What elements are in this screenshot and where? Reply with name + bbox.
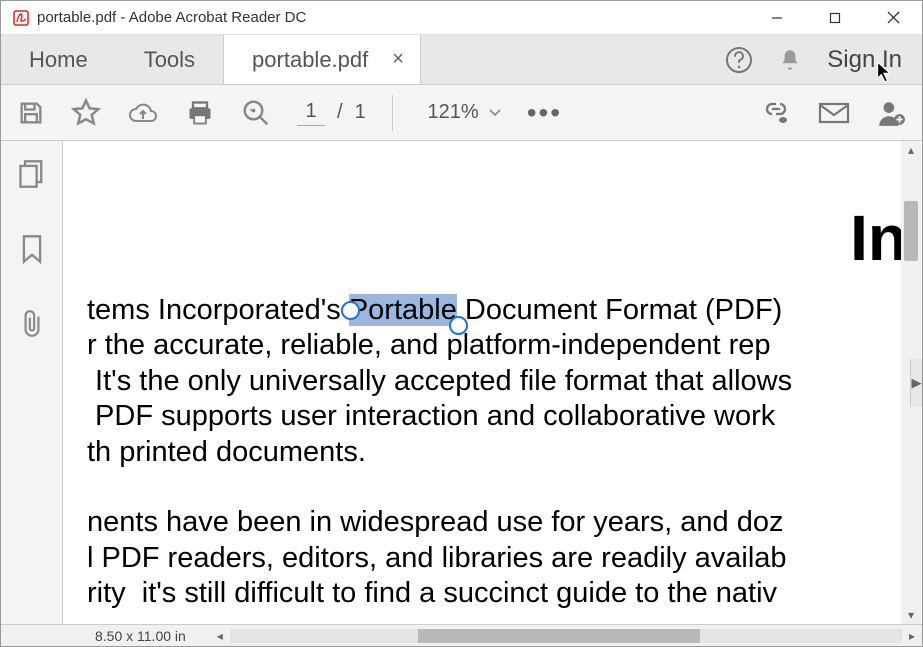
zoom-button[interactable] (241, 98, 271, 128)
notifications-button[interactable] (777, 47, 803, 73)
vertical-scroll-thumb[interactable] (904, 201, 918, 261)
attachments-button[interactable] (19, 309, 45, 344)
horizontal-scroll-thumb[interactable] (418, 629, 700, 643)
print-button[interactable] (185, 99, 215, 127)
email-button[interactable] (818, 100, 850, 126)
minimize-button[interactable] (748, 1, 806, 34)
scroll-up-button[interactable]: ▴ (901, 141, 921, 159)
zoom-dropdown[interactable]: 121% (419, 101, 501, 124)
star-button[interactable] (71, 98, 101, 128)
share-link-button[interactable] (760, 98, 792, 128)
left-sidebar (1, 141, 63, 624)
thumbnails-button[interactable] (18, 159, 46, 194)
tab-tools[interactable]: Tools (116, 35, 223, 84)
document-paragraph-1: tems Incorporated's Portable Document Fo… (87, 293, 907, 611)
sign-in-button[interactable]: Sign In (827, 46, 902, 74)
help-button[interactable] (725, 46, 753, 74)
acrobat-icon (13, 10, 29, 26)
document-viewport[interactable]: In tems Incorporated's Portable Document… (63, 141, 922, 624)
maximize-button[interactable] (806, 1, 864, 34)
scroll-right-button[interactable]: ▸ (902, 629, 922, 643)
tab-bar: Home Tools portable.pdf × Sign In (1, 35, 922, 85)
page-current-input[interactable]: 1 (297, 100, 325, 126)
close-button[interactable] (864, 1, 922, 34)
tab-home[interactable]: Home (1, 35, 116, 84)
scroll-left-button[interactable]: ◂ (210, 629, 230, 643)
document-heading: In (87, 201, 907, 275)
page-indicator: 1 / 1 (297, 100, 366, 126)
chevron-down-icon (489, 109, 501, 117)
horizontal-scrollbar[interactable]: ◂ ▸ (210, 625, 922, 646)
page-size-label: 8.50 x 11.00 in (1, 628, 210, 644)
bookmarks-button[interactable] (20, 234, 44, 269)
add-person-button[interactable] (876, 98, 906, 128)
zoom-value: 121% (419, 101, 479, 124)
titlebar: portable.pdf - Adobe Acrobat Reader DC (1, 1, 922, 35)
tab-document-label: portable.pdf (252, 47, 368, 73)
more-button[interactable]: ••• (527, 108, 562, 118)
page-separator: / (337, 101, 343, 124)
tab-close-icon[interactable]: × (392, 48, 404, 71)
selected-text: Portable (349, 294, 457, 326)
page-total: 1 (355, 101, 366, 124)
tab-document[interactable]: portable.pdf × (223, 35, 421, 84)
toolbar-separator (392, 95, 393, 131)
status-bar: 8.50 x 11.00 in ◂ ▸ (1, 624, 922, 646)
expand-right-panel-button[interactable]: ▶ (910, 359, 922, 407)
save-button[interactable] (17, 99, 45, 127)
horizontal-scroll-track[interactable] (230, 629, 902, 643)
cloud-upload-button[interactable] (127, 99, 159, 127)
scroll-down-button[interactable]: ▾ (901, 606, 921, 624)
window-title: portable.pdf - Adobe Acrobat Reader DC (37, 9, 748, 26)
toolbar: 1 / 1 121% ••• (1, 85, 922, 141)
